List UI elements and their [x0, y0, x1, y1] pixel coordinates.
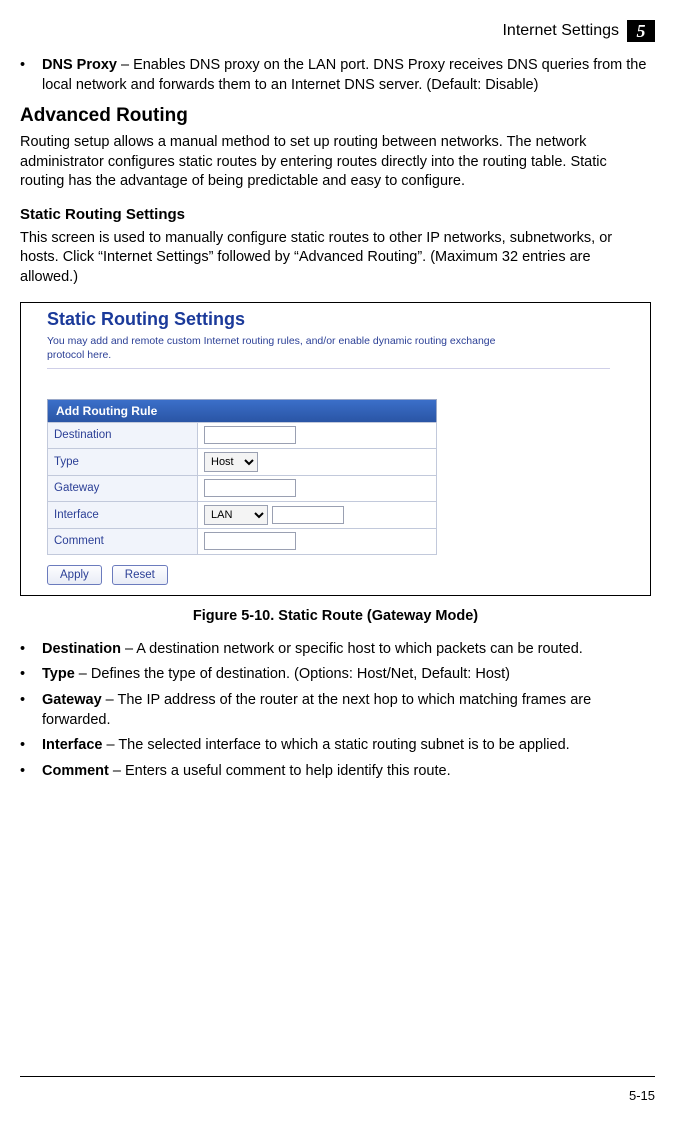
figure-frame: Static Routing Settings You may add and …	[20, 302, 651, 596]
bullet-marker: •	[20, 56, 32, 95]
header-title: Internet Settings	[502, 22, 619, 40]
chapter-badge: 5	[627, 20, 655, 42]
cell-interface-input: LAN	[198, 501, 437, 528]
apply-button[interactable]: Apply	[47, 565, 102, 585]
destination-input[interactable]	[204, 426, 296, 444]
figure-title: Static Routing Settings	[47, 309, 640, 330]
section-heading-advanced-routing: Advanced Routing	[20, 105, 651, 127]
bullet-term: Gateway	[42, 692, 102, 708]
row-destination: Destination	[48, 422, 437, 448]
bullet-term: DNS Proxy	[42, 57, 117, 73]
row-comment: Comment	[48, 528, 437, 554]
gateway-input[interactable]	[204, 479, 296, 497]
cell-type-input: Host	[198, 448, 437, 475]
bullet-term: Interface	[42, 737, 102, 753]
type-select[interactable]: Host	[204, 452, 258, 472]
bullet-marker: •	[20, 691, 32, 730]
figure-divider	[47, 368, 610, 369]
page: Internet Settings 5 • DNS Proxy – Enable…	[0, 0, 685, 1123]
cell-comment-input	[198, 528, 437, 554]
bullet-text: Comment – Enters a useful comment to hel…	[42, 762, 651, 782]
bullet-marker: •	[20, 640, 32, 660]
figure-description: You may add and remote custom Internet r…	[47, 334, 521, 362]
page-number: 5-15	[629, 1088, 655, 1103]
bullet-desc: – Enters a useful comment to help identi…	[109, 763, 451, 779]
label-interface: Interface	[48, 501, 198, 528]
bullet-text: Gateway – The IP address of the router a…	[42, 691, 651, 730]
label-gateway: Gateway	[48, 475, 198, 501]
bullet-text: DNS Proxy – Enables DNS proxy on the LAN…	[42, 56, 651, 95]
bullet-comment: • Comment – Enters a useful comment to h…	[20, 762, 651, 782]
panel-header-add-routing-rule: Add Routing Rule	[47, 399, 437, 422]
figure-caption: Figure 5-10. Static Route (Gateway Mode)	[20, 608, 651, 624]
comment-input[interactable]	[204, 532, 296, 550]
label-destination: Destination	[48, 422, 198, 448]
bullet-text: Type – Defines the type of destination. …	[42, 665, 651, 685]
bullet-gateway: • Gateway – The IP address of the router…	[20, 691, 651, 730]
subsection-heading-static-routing: Static Routing Settings	[20, 206, 651, 223]
bullet-desc: – Defines the type of destination. (Opti…	[75, 666, 510, 682]
bullet-interface: • Interface – The selected interface to …	[20, 736, 651, 756]
bullet-desc: – The selected interface to which a stat…	[102, 737, 569, 753]
section-paragraph: Routing setup allows a manual method to …	[20, 133, 651, 192]
bullet-destination: • Destination – A destination network or…	[20, 640, 651, 660]
bullet-text: Destination – A destination network or s…	[42, 640, 651, 660]
button-row: Apply Reset	[47, 565, 640, 585]
reset-button[interactable]: Reset	[112, 565, 168, 585]
bullet-term: Destination	[42, 641, 121, 657]
bullet-desc: – The IP address of the router at the ne…	[42, 692, 591, 728]
bullet-text: Interface – The selected interface to wh…	[42, 736, 651, 756]
cell-destination-input	[198, 422, 437, 448]
page-body: • DNS Proxy – Enables DNS proxy on the L…	[20, 56, 655, 781]
bullet-marker: •	[20, 736, 32, 756]
interface-select[interactable]: LAN	[204, 505, 268, 525]
routing-rule-table: Destination Type Host Gateway	[47, 422, 437, 555]
row-type: Type Host	[48, 448, 437, 475]
bullet-marker: •	[20, 762, 32, 782]
bullet-desc: – A destination network or specific host…	[121, 641, 583, 657]
cell-gateway-input	[198, 475, 437, 501]
page-header: Internet Settings 5	[20, 20, 655, 42]
bullet-type: • Type – Defines the type of destination…	[20, 665, 651, 685]
bullet-term: Type	[42, 666, 75, 682]
label-type: Type	[48, 448, 198, 475]
row-interface: Interface LAN	[48, 501, 437, 528]
bullet-term: Comment	[42, 763, 109, 779]
label-comment: Comment	[48, 528, 198, 554]
row-gateway: Gateway	[48, 475, 437, 501]
interface-extra-input[interactable]	[272, 506, 344, 524]
bullet-desc: – Enables DNS proxy on the LAN port. DNS…	[42, 57, 646, 93]
bullet-dns-proxy: • DNS Proxy – Enables DNS proxy on the L…	[20, 56, 651, 95]
subsection-paragraph: This screen is used to manually configur…	[20, 229, 651, 288]
bullet-marker: •	[20, 665, 32, 685]
footer-rule	[20, 1076, 655, 1077]
